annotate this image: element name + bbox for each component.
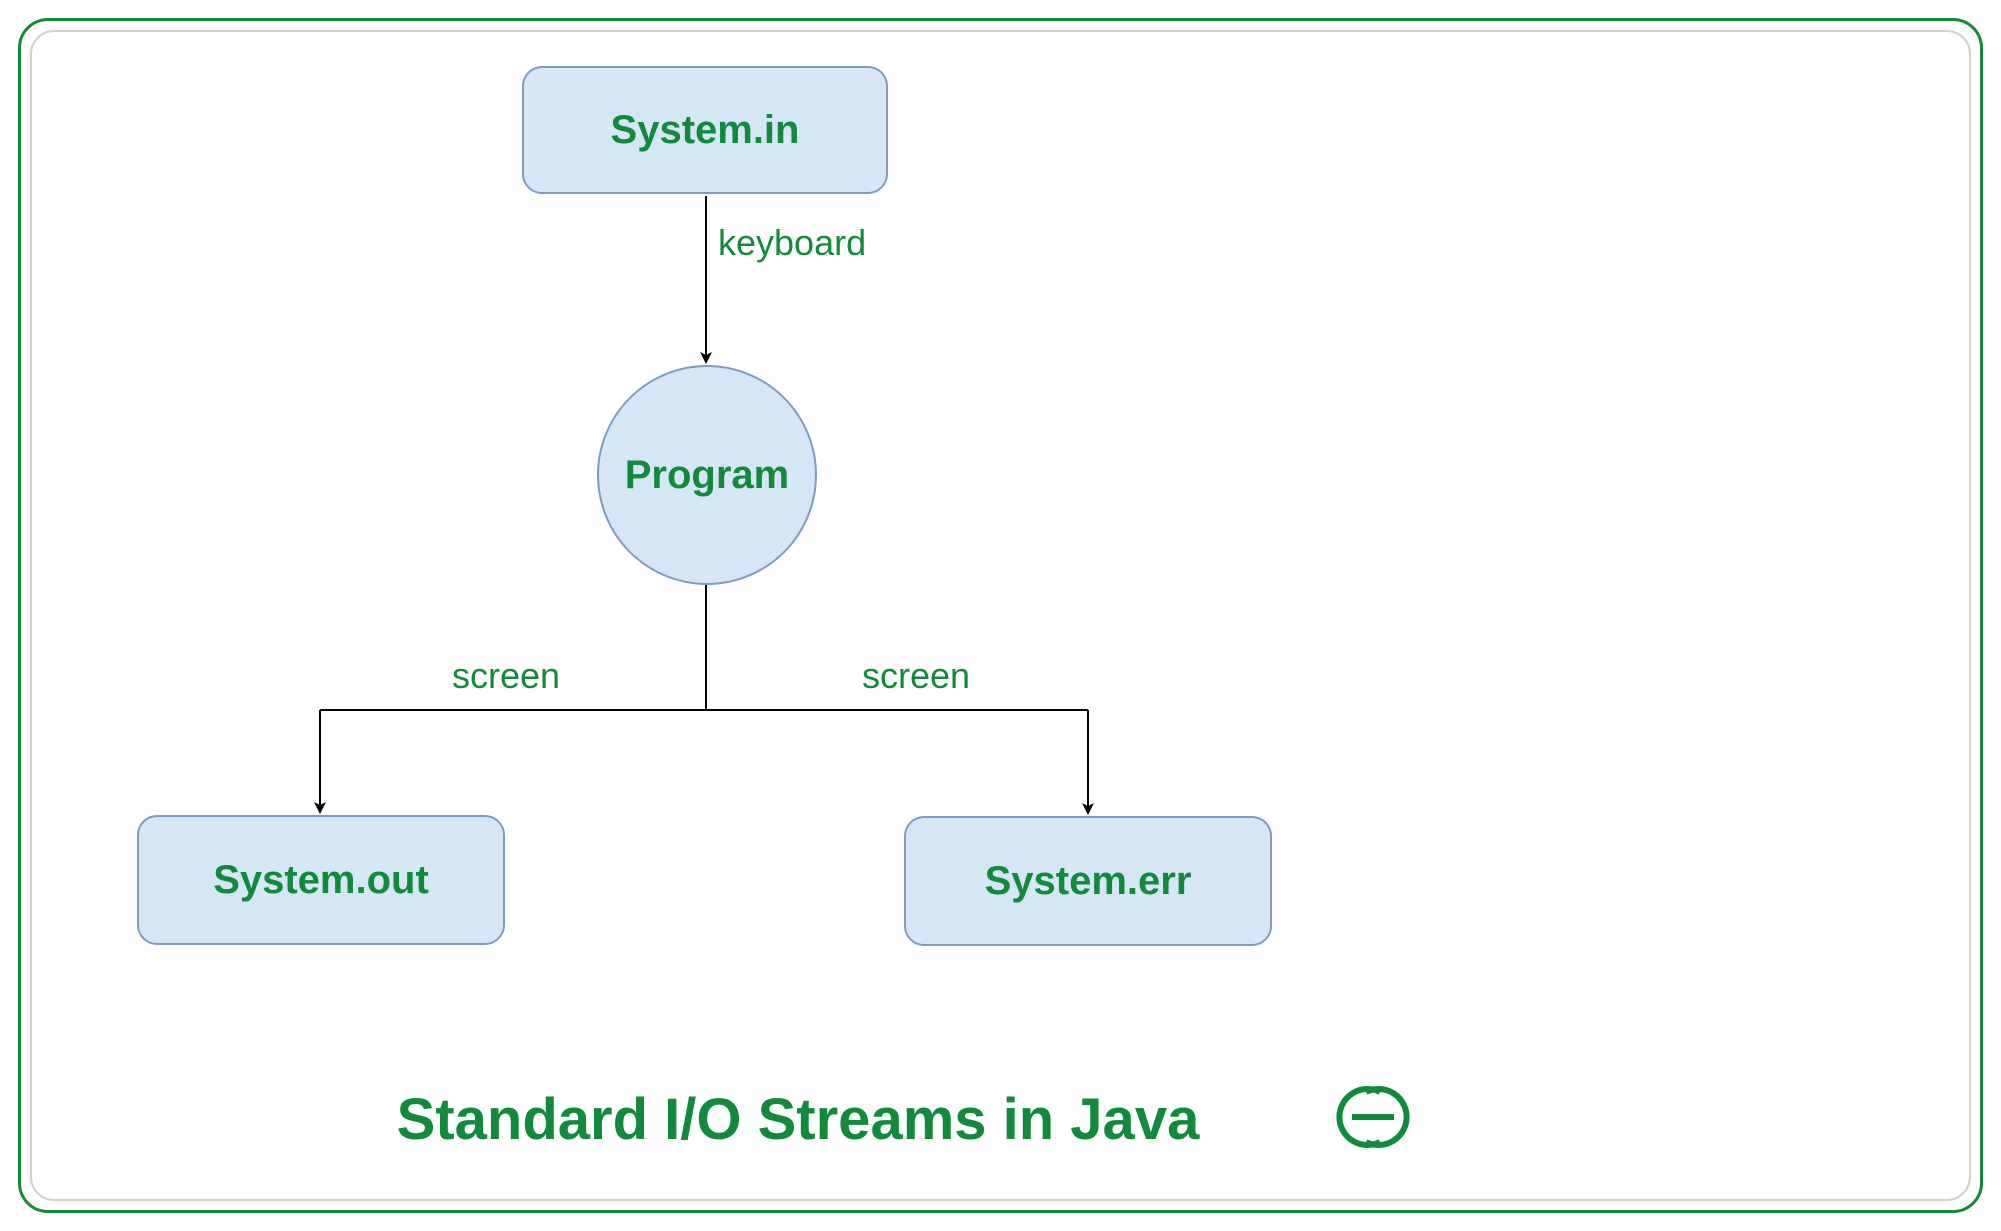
node-system-out-label: System.out xyxy=(213,858,429,903)
edge-label-keyboard: keyboard xyxy=(718,222,866,264)
node-program: Program xyxy=(597,365,817,585)
logo-gg xyxy=(1308,1072,1438,1167)
node-system-err-label: System.err xyxy=(985,859,1192,904)
diagram-title: Standard I/O Streams in Java xyxy=(358,1086,1238,1153)
node-system-in-label: System.in xyxy=(611,108,800,153)
edge-label-screen-left: screen xyxy=(452,655,560,697)
node-system-err: System.err xyxy=(904,816,1272,946)
inner-frame xyxy=(30,30,1971,1201)
node-system-out: System.out xyxy=(137,815,505,945)
node-program-label: Program xyxy=(625,453,790,498)
edge-label-screen-right: screen xyxy=(862,655,970,697)
node-system-in: System.in xyxy=(522,66,888,194)
